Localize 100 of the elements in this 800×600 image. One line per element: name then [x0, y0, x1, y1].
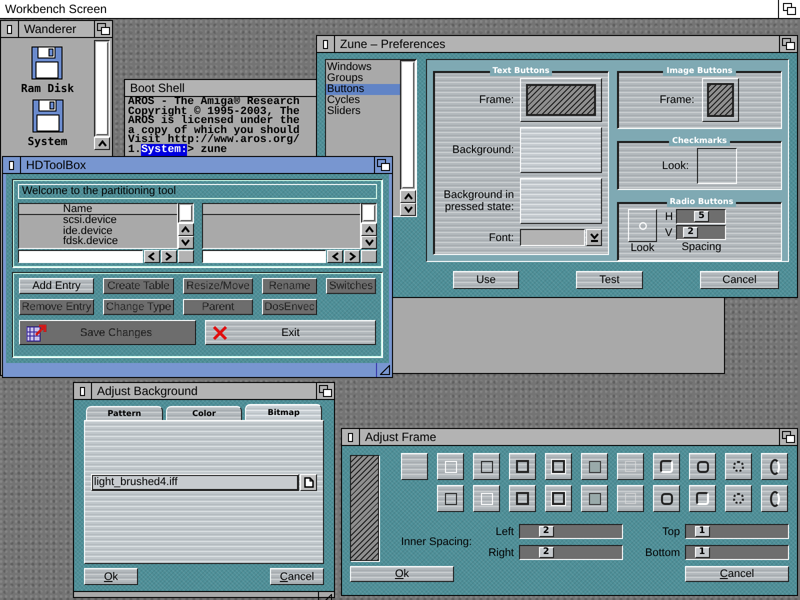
scroll-right-button[interactable]	[160, 250, 176, 263]
slider-track[interactable]: 2	[676, 225, 726, 240]
scroll-left-button[interactable]	[144, 250, 160, 263]
dialog-button[interactable]: Cancel	[700, 271, 779, 289]
scroll-down-button[interactable]	[361, 236, 377, 249]
slider-thumb[interactable]: 5	[694, 211, 709, 222]
frame-style-button[interactable]	[437, 485, 464, 512]
slider-thumb[interactable]: 2	[538, 526, 554, 537]
scroll-up-button[interactable]	[361, 223, 377, 236]
category-item[interactable]: Sliders	[326, 106, 400, 117]
scroll-up-button[interactable]	[400, 190, 416, 203]
slider-track[interactable]: 1	[685, 524, 789, 539]
category-item[interactable]: Buttons	[326, 84, 400, 95]
list-item[interactable]: ide.device	[19, 226, 176, 236]
dialog-button[interactable]: Ok	[350, 566, 454, 582]
frame-style-button[interactable]	[617, 453, 644, 480]
horizontal-scrollbar[interactable]	[18, 250, 142, 263]
field-label: Top	[661, 526, 680, 538]
close-icon	[80, 386, 85, 396]
depth-button[interactable]	[374, 157, 392, 173]
dialog-button[interactable]: Use	[453, 271, 519, 289]
scroll-up-button[interactable]	[178, 223, 194, 236]
file-popup-button[interactable]	[300, 474, 317, 490]
tab[interactable]: Pattern	[86, 406, 163, 420]
frame-style-button[interactable]	[725, 453, 752, 480]
dialog-button[interactable]: Ok	[84, 568, 138, 585]
slider-track[interactable]: 5	[676, 209, 726, 224]
frame-style-button[interactable]	[689, 453, 716, 480]
scroll-right-button[interactable]	[344, 250, 360, 263]
slider-thumb[interactable]: 2	[538, 547, 554, 558]
frame-style-button[interactable]	[761, 453, 788, 480]
shell-line: AROS is licensed under the	[128, 117, 300, 126]
scroll-down-button[interactable]	[178, 236, 194, 249]
frame-style-button[interactable]	[653, 453, 680, 480]
frame-style-button[interactable]	[761, 485, 788, 512]
frame-preview[interactable]	[702, 78, 740, 122]
frame-style-button[interactable]	[653, 485, 680, 512]
frame-style-button[interactable]	[437, 453, 464, 480]
checkmark-preview[interactable]	[696, 148, 737, 184]
window-title: HDToolBox	[25, 157, 88, 173]
frame-style-button[interactable]	[725, 485, 752, 512]
action-button[interactable]: Add Entry	[19, 278, 94, 294]
horizontal-scrollbar[interactable]	[202, 250, 326, 263]
list-item[interactable]: fdsk.device	[19, 236, 176, 246]
slider-thumb[interactable]: 1	[694, 526, 710, 537]
frame-style-button[interactable]	[545, 485, 572, 512]
icon-label[interactable]: System	[28, 135, 68, 148]
scroll-left-button[interactable]	[327, 250, 343, 263]
frame-style-button[interactable]	[545, 453, 572, 480]
dialog-button[interactable]: Cancel	[685, 566, 789, 582]
slider-track[interactable]: 1	[685, 545, 789, 560]
category-item[interactable]: Groups	[326, 73, 400, 84]
frame-style-button[interactable]	[581, 453, 608, 480]
pressed-background-preview[interactable]	[520, 178, 602, 224]
frame-style-icon	[770, 490, 780, 506]
icon-label[interactable]: Ram Disk	[21, 82, 74, 95]
tab[interactable]: Bitmap	[245, 404, 322, 420]
background-preview[interactable]	[520, 127, 602, 173]
depth-button[interactable]	[779, 36, 797, 52]
field-label: Spacing	[680, 241, 722, 253]
group-title: Text Buttons	[490, 66, 552, 76]
chevron-down-icon	[404, 206, 412, 213]
category-item[interactable]: Windows	[326, 62, 400, 73]
file-field[interactable]: light_brushed4.iff	[91, 474, 299, 490]
exit-button[interactable]: Exit	[205, 320, 376, 345]
frame-style-button[interactable]	[473, 453, 500, 480]
chevron-down-icon	[181, 239, 190, 246]
dialog-button[interactable]: Test	[576, 271, 643, 289]
depth-button[interactable]	[94, 21, 112, 37]
frame-style-button[interactable]	[401, 453, 428, 480]
corner-box	[178, 250, 194, 263]
category-item[interactable]: Cycles	[326, 95, 400, 106]
frame-preview[interactable]	[520, 78, 602, 122]
field-label: Right	[487, 546, 514, 558]
chevron-left-icon	[148, 252, 155, 261]
resize-button[interactable]	[376, 363, 392, 377]
field-label: H	[665, 210, 673, 222]
scroll-up-button[interactable]	[94, 137, 110, 150]
frame-style-button[interactable]	[473, 485, 500, 512]
font-popup-button[interactable]	[586, 229, 602, 246]
frame-style-button[interactable]	[509, 485, 536, 512]
dialog-button[interactable]: Cancel	[270, 568, 324, 585]
frame-style-button[interactable]	[581, 485, 608, 512]
font-field[interactable]	[520, 229, 585, 246]
device-list[interactable]	[202, 203, 361, 249]
list-item[interactable]: scsi.device	[19, 215, 176, 226]
radio-preview[interactable]	[628, 209, 657, 242]
frame-style-icon	[516, 492, 529, 505]
slider-track[interactable]: 2	[519, 545, 623, 560]
scroll-down-button[interactable]	[400, 203, 416, 216]
tab[interactable]: Color	[166, 406, 242, 420]
depth-button[interactable]	[316, 383, 334, 399]
device-list[interactable]: Name scsi.device ide.device fdsk.device	[18, 203, 178, 249]
slider-thumb[interactable]: 2	[683, 227, 698, 238]
depth-button[interactable]	[779, 429, 797, 445]
frame-style-button[interactable]	[509, 453, 536, 480]
frame-style-button[interactable]	[617, 485, 644, 512]
slider-thumb[interactable]: 1	[694, 547, 710, 558]
slider-track[interactable]: 2	[519, 524, 623, 539]
frame-style-button[interactable]	[689, 485, 716, 512]
